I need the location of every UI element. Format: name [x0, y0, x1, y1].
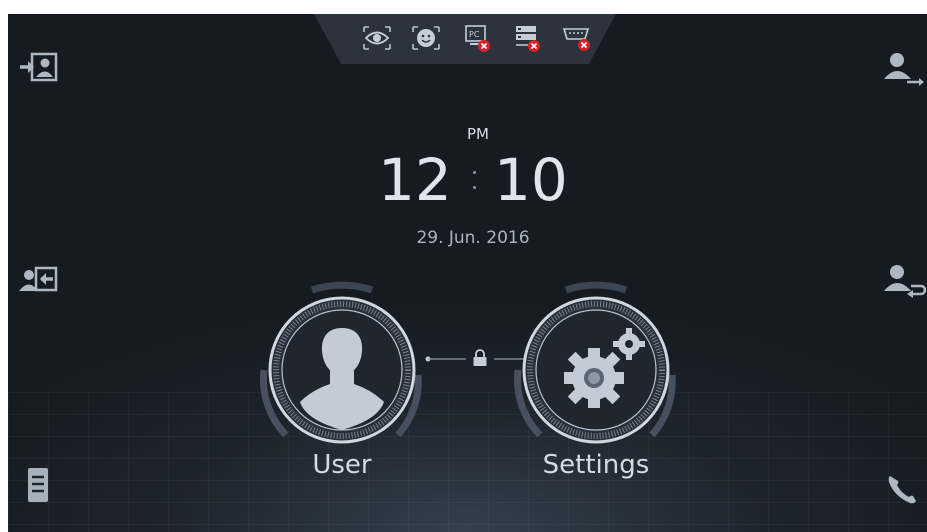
settings-label[interactable]: Settings	[496, 450, 696, 480]
user-button[interactable]	[242, 270, 442, 470]
serial-port-icon	[562, 28, 590, 51]
clock-hour: 12	[378, 146, 452, 214]
login-icon[interactable]	[16, 48, 62, 88]
clock-time: 12 10	[360, 146, 590, 216]
floor-grid	[8, 392, 927, 532]
ampm-label: PM	[467, 125, 489, 143]
device-screen: PC PM 12 10 29. Jun. 2016 User Settings	[8, 14, 927, 532]
logout-icon[interactable]	[16, 260, 62, 300]
eye-sensor-icon	[363, 26, 391, 50]
phone-icon[interactable]	[884, 470, 927, 510]
svg-text:PC: PC	[469, 30, 480, 39]
pc-icon: PC	[465, 25, 490, 52]
clock-minute: 10	[494, 146, 568, 214]
status-bar: PC	[314, 14, 616, 64]
clock-colon	[472, 166, 476, 196]
clock-date: 29. Jun. 2016	[416, 228, 530, 248]
face-sensor-icon	[412, 26, 440, 50]
server-icon	[516, 26, 540, 52]
user-label[interactable]: User	[242, 450, 442, 480]
lock-icon	[473, 349, 487, 366]
menu-list-icon[interactable]	[26, 466, 72, 506]
user-return-icon[interactable]	[881, 260, 927, 300]
settings-button[interactable]	[496, 270, 696, 470]
user-out-icon[interactable]	[881, 48, 927, 88]
